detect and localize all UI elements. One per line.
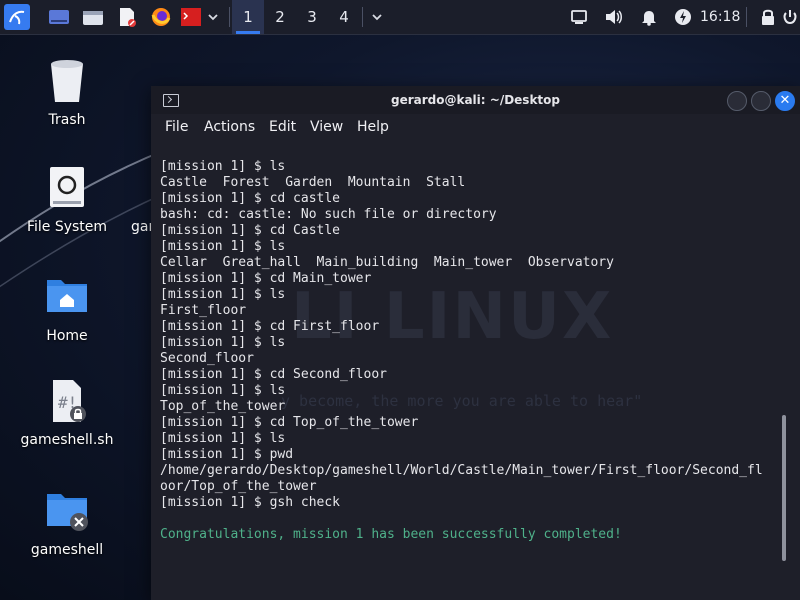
display-tray-button[interactable] — [568, 4, 590, 30]
close-button[interactable]: ✕ — [775, 91, 795, 111]
kali-menu-button[interactable] — [4, 4, 30, 30]
terminal-titlebar[interactable]: gerardo@kali: ~/Desktop ✕ — [151, 86, 800, 114]
file-manager-button[interactable] — [80, 4, 106, 30]
terminal-line: /home/gerardo/Desktop/gameshell/World/Ca… — [160, 463, 763, 478]
terminal-line: Second_floor — [160, 351, 254, 366]
workspace-2[interactable]: 2 — [264, 0, 296, 34]
workspace-1[interactable]: 1 — [232, 0, 264, 34]
firefox-icon — [151, 8, 171, 26]
desktop-icon-gameshell[interactable]: gameshell — [12, 488, 122, 558]
terminal-line: [mission 1] $ cd Main_tower — [160, 271, 372, 286]
trash-icon — [51, 60, 83, 102]
text-editor-button[interactable] — [114, 4, 140, 30]
desktop-icon-label: gameshell.sh — [20, 432, 114, 448]
terminal-line: First_floor — [160, 303, 247, 318]
terminal-line: Cellar Great_hall Main_building Main_tow… — [160, 255, 614, 270]
terminal-line: [mission 1] $ ls — [160, 383, 286, 398]
chevron-down-icon — [208, 14, 218, 21]
bell-icon — [642, 11, 656, 26]
menu-file[interactable]: File — [165, 119, 188, 135]
terminal-line: [mission 1] $ cd Castle — [160, 223, 341, 238]
taskbar-separator — [746, 7, 747, 27]
terminal-line: [mission 1] $ cd First_floor — [160, 319, 380, 334]
volume-button[interactable] — [603, 4, 625, 30]
terminal-line: bash: cd: castle: No such file or direct… — [160, 207, 497, 222]
terminal-line: oor/Top_of_the_tower — [160, 479, 317, 494]
taskbar: 1 2 3 4 16:18 — [0, 0, 800, 35]
desktop-icon-label: gameshell — [30, 542, 104, 558]
terminal-lines: [mission 1] $ ls Castle Forest Garden Mou… — [160, 159, 763, 543]
volume-icon — [606, 10, 622, 24]
terminal-line: [mission 1] $ ls — [160, 159, 286, 174]
desktop-icon-gameshell-sh[interactable]: #! gameshell.sh — [12, 378, 122, 448]
power-bolt-icon — [675, 9, 691, 25]
power-status-button[interactable] — [672, 4, 694, 30]
taskbar-separator — [362, 7, 363, 27]
desktop-icon-file-system[interactable]: File System — [12, 165, 122, 235]
display-icon — [571, 10, 587, 24]
logout-icon — [783, 10, 797, 25]
minimize-button[interactable] — [727, 91, 747, 111]
desktop-icon-label: File System — [26, 219, 108, 235]
terminal-menubar: File Actions Edit View Help — [151, 114, 800, 140]
terminal-line: Congratulations, mission 1 has been succ… — [160, 527, 622, 542]
maximize-button[interactable] — [751, 91, 771, 111]
text-editor-icon — [120, 8, 136, 27]
desktop-icon-home[interactable]: Home — [12, 274, 122, 344]
taskbar-separator — [229, 7, 230, 27]
menu-help[interactable]: Help — [357, 119, 389, 135]
terminal-line: [mission 1] $ pwd — [160, 447, 294, 462]
menu-actions[interactable]: Actions — [204, 119, 255, 135]
menu-edit[interactable]: Edit — [269, 119, 296, 135]
terminal-dropdown[interactable] — [204, 4, 222, 30]
terminal-line: [mission 1] $ cd Second_floor — [160, 367, 387, 382]
notifications-button[interactable] — [638, 4, 660, 30]
workspace-4[interactable]: 4 — [328, 0, 360, 34]
desktop-icon-label: Home — [46, 328, 88, 344]
terminal-output[interactable]: LI LINUX y become, the more you are able… — [151, 140, 800, 600]
folder-broken-link-icon — [47, 494, 88, 531]
show-desktop-icon — [49, 10, 69, 24]
terminal-line: [mission 1] $ gsh check — [160, 495, 341, 510]
terminal-button[interactable] — [180, 4, 202, 30]
desktop-icon-label: Trash — [48, 112, 86, 128]
show-desktop-button[interactable] — [46, 4, 72, 30]
firefox-button[interactable] — [148, 4, 174, 30]
kali-menu-icon — [9, 10, 25, 25]
lock-icon — [762, 9, 774, 25]
file-manager-icon — [83, 11, 103, 25]
window-list-dropdown[interactable] — [368, 4, 386, 30]
terminal-line: [mission 1] $ ls — [160, 431, 286, 446]
terminal-line: Top_of_the_tower — [160, 399, 286, 414]
chevron-down-icon — [372, 14, 382, 21]
window-title: gerardo@kali: ~/Desktop — [390, 93, 560, 107]
close-icon: ✕ — [779, 93, 791, 108]
lock-screen-button[interactable] — [758, 4, 778, 30]
workspace-3[interactable]: 3 — [296, 0, 328, 34]
terminal-line: [mission 1] $ ls — [160, 287, 286, 302]
desktop-icon-trash[interactable]: Trash — [12, 58, 122, 128]
terminal-icon — [181, 8, 201, 26]
script-file-icon: #! — [53, 380, 86, 422]
terminal-window: gerardo@kali: ~/Desktop ✕ File Actions E… — [151, 86, 800, 600]
terminal-line: [mission 1] $ ls — [160, 335, 286, 350]
terminal-line: [mission 1] $ ls — [160, 239, 286, 254]
logout-button[interactable] — [782, 4, 798, 30]
menu-view[interactable]: View — [310, 119, 343, 135]
terminal-scrollbar[interactable] — [782, 415, 786, 561]
terminal-line: [mission 1] $ cd Top_of_the_tower — [160, 415, 419, 430]
terminal-line: [mission 1] $ cd castle — [160, 191, 341, 206]
home-folder-icon — [47, 280, 87, 312]
taskbar-clock[interactable]: 16:18 — [700, 9, 740, 25]
terminal-line: Castle Forest Garden Mountain Stall — [160, 175, 466, 190]
hard-drive-icon — [50, 167, 84, 207]
